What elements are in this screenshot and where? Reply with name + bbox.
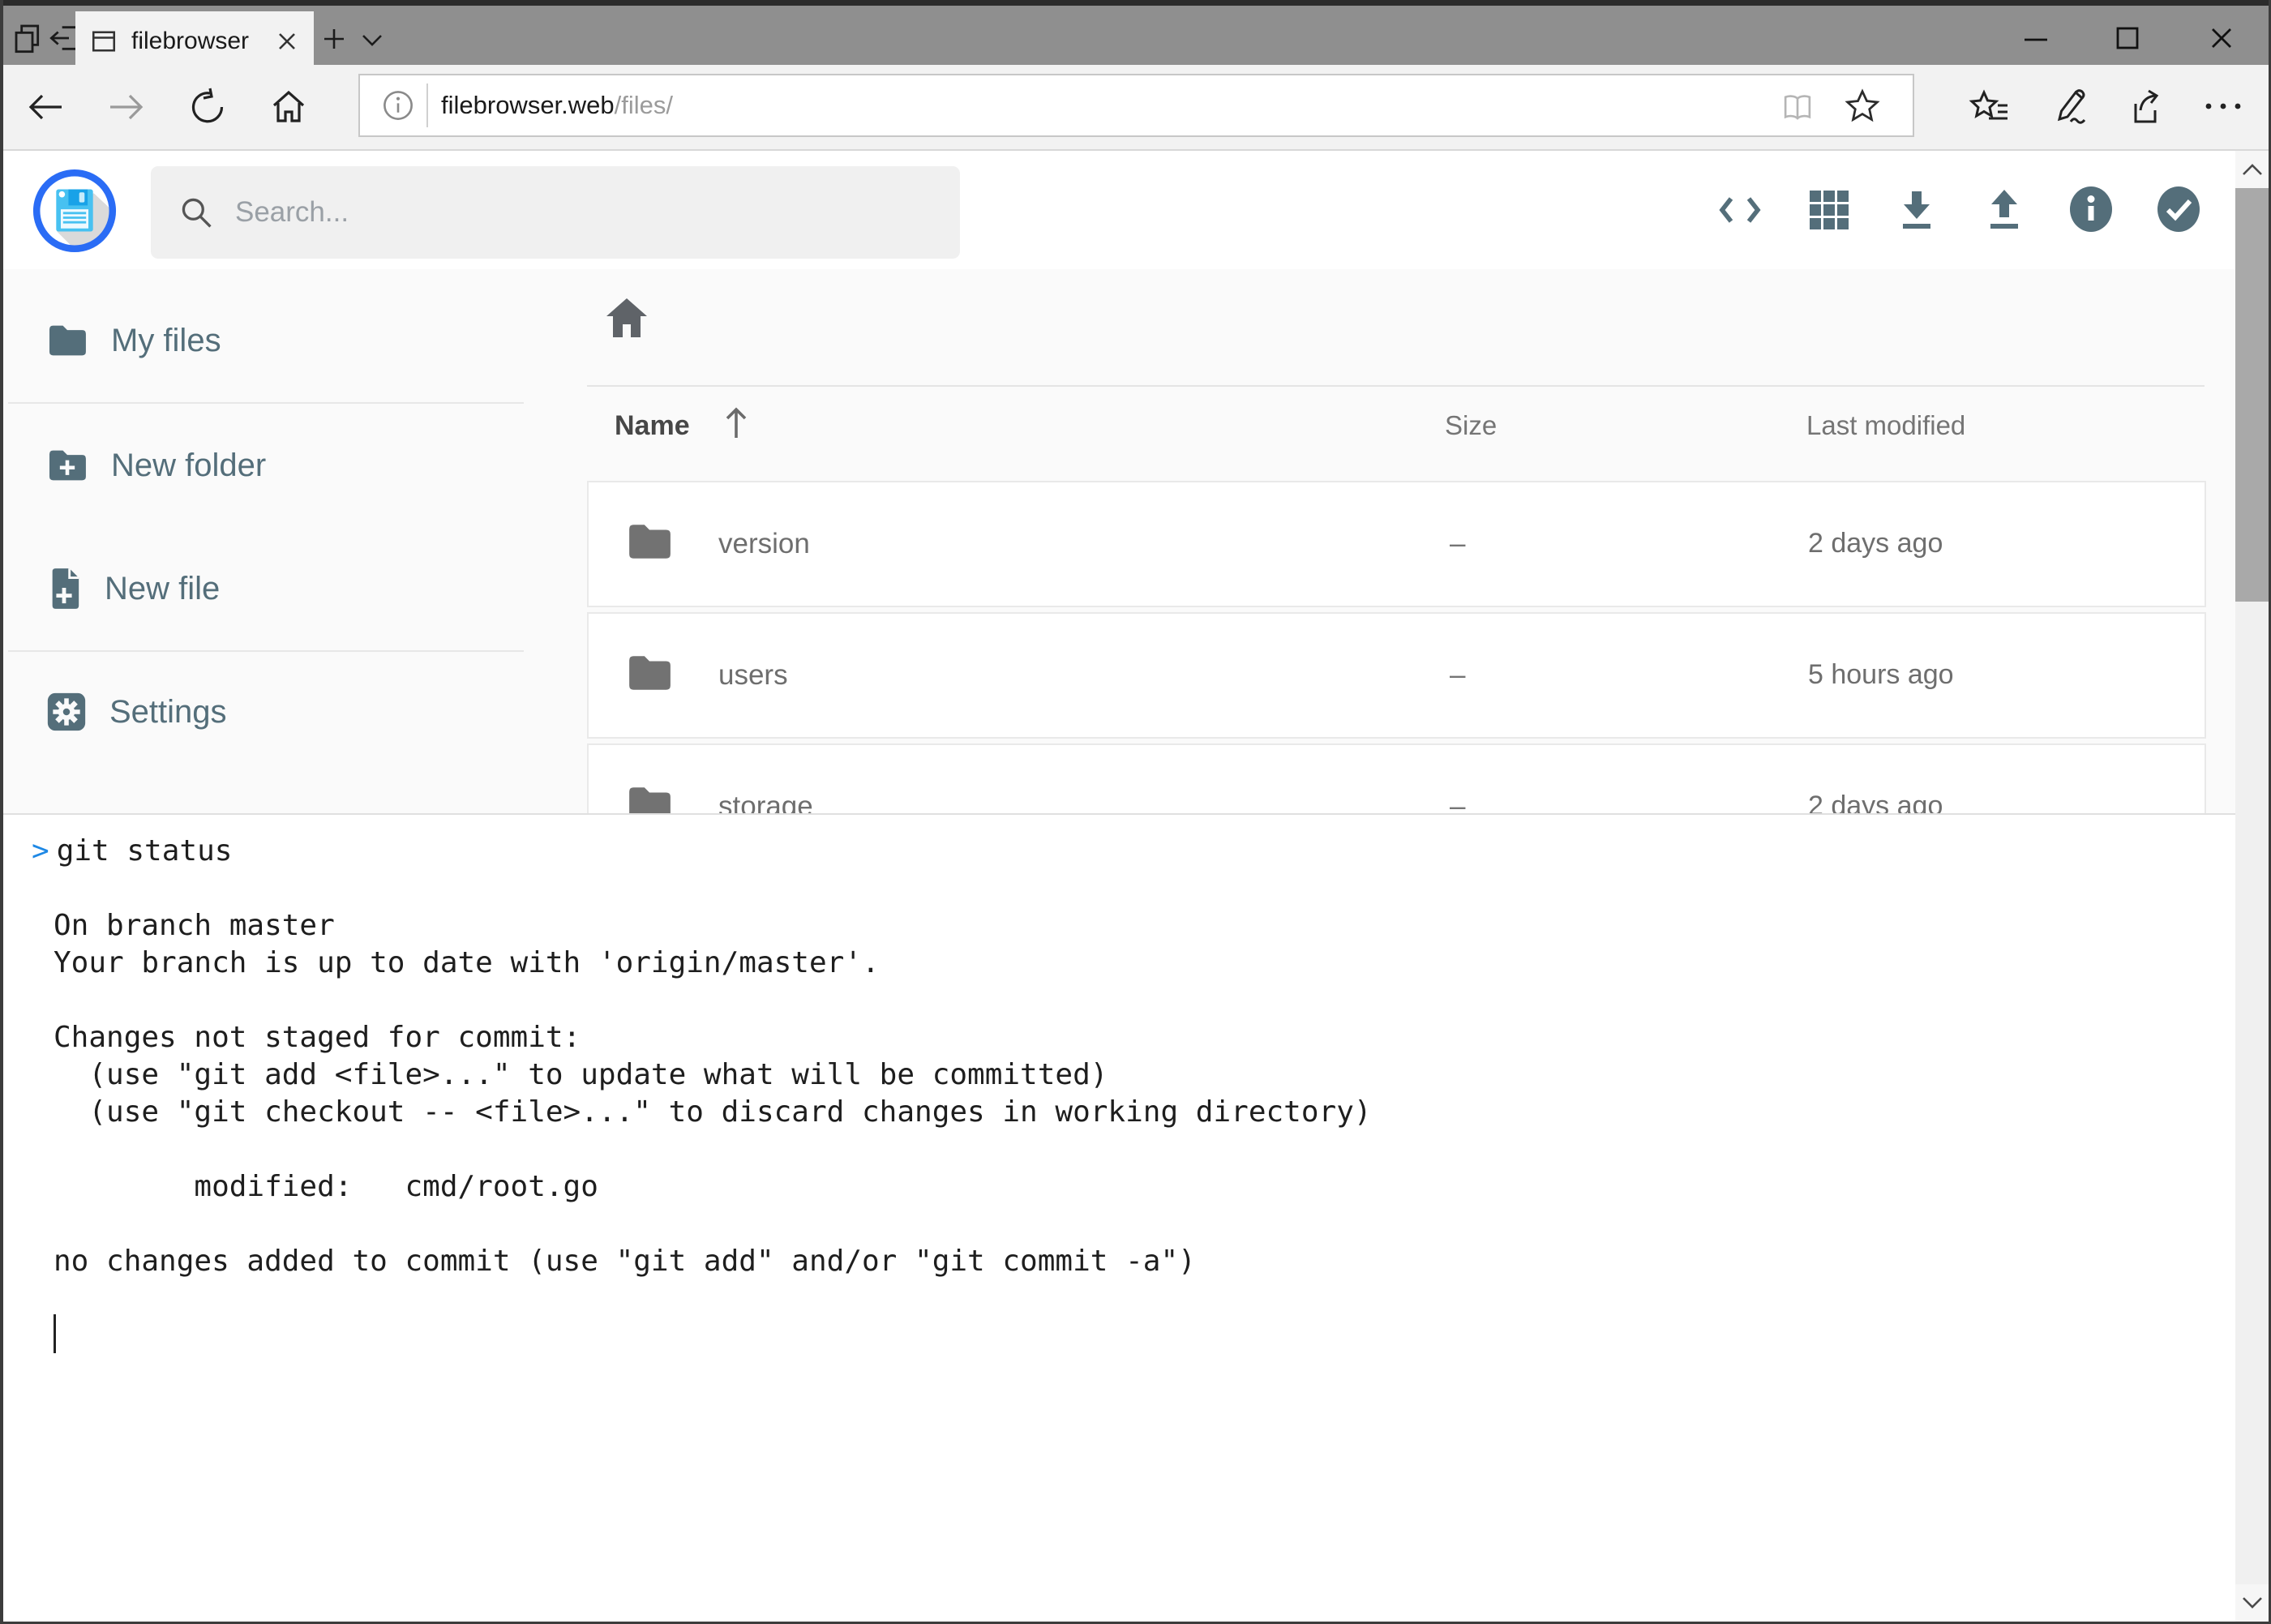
app-header: [3, 151, 2269, 269]
tab-preview-icon[interactable]: [12, 22, 45, 54]
sidebar-item-new-file[interactable]: New file: [3, 544, 530, 633]
breadcrumb-home-icon[interactable]: [605, 297, 649, 339]
web-note-pen-icon[interactable]: [2051, 88, 2092, 126]
file-modified: 2 days ago: [1808, 528, 1943, 559]
folder-icon: [46, 323, 88, 358]
maximize-button[interactable]: [2115, 25, 2140, 51]
sidebar-divider: [8, 402, 524, 404]
favorite-star-icon[interactable]: [1845, 88, 1880, 124]
raw-code-view-icon[interactable]: [1717, 188, 1763, 232]
tab-close-icon[interactable]: [275, 29, 299, 54]
scroll-up-icon[interactable]: [2235, 151, 2269, 188]
forward-icon[interactable]: [107, 88, 146, 126]
sidebar-item-label: My files: [111, 323, 221, 359]
column-header-modified[interactable]: Last modified: [1806, 410, 1965, 441]
folder-icon: [626, 653, 673, 693]
sidebar-item-new-folder[interactable]: New folder: [3, 421, 530, 510]
settings-more-icon[interactable]: [2202, 101, 2244, 112]
prompt-chevron-icon: >: [32, 834, 49, 868]
breadcrumb-divider: [587, 385, 2205, 387]
terminal-cursor: [54, 1314, 56, 1353]
tab-list-chevron-icon[interactable]: [360, 33, 384, 48]
sidebar-item-settings[interactable]: Settings: [3, 667, 530, 756]
favorites-hub-icon[interactable]: [1969, 88, 2009, 126]
refresh-icon[interactable]: [188, 88, 227, 126]
new-file-icon: [46, 568, 82, 610]
terminal-panel[interactable]: >git status On branch master Your branch…: [0, 813, 2235, 1624]
search-box[interactable]: [151, 166, 960, 259]
url-host: filebrowser.web: [441, 91, 615, 119]
file-list-header: Name Size Last modified: [587, 399, 2205, 457]
navigation-bar: filebrowser.web/files/: [3, 65, 2269, 151]
address-separator: [426, 84, 428, 127]
scrollbar-thumb[interactable]: [2235, 188, 2269, 602]
terminal-output: On branch master Your branch is up to da…: [54, 907, 2235, 1280]
file-size: –: [1450, 528, 1465, 560]
minimize-button[interactable]: [2022, 32, 2050, 48]
page-scrollbar[interactable]: [2235, 151, 2269, 1622]
file-modified: 5 hours ago: [1808, 659, 1954, 691]
scroll-down-icon[interactable]: [2235, 1584, 2269, 1622]
address-bar[interactable]: filebrowser.web/files/: [358, 74, 1914, 137]
back-icon[interactable]: [26, 88, 65, 126]
terminal-command: git status: [57, 834, 233, 868]
close-window-button[interactable]: [2209, 25, 2235, 51]
search-icon: [178, 195, 214, 230]
home-icon[interactable]: [269, 88, 308, 126]
tab-bar: filebrowser: [0, 0, 2271, 65]
sidebar-item-my-files[interactable]: My files: [3, 296, 530, 385]
tab-filebrowser[interactable]: filebrowser: [75, 11, 314, 71]
sidebar-divider: [8, 650, 524, 652]
folder-icon: [626, 521, 673, 562]
filebrowser-logo: [32, 169, 117, 253]
file-size: –: [1450, 659, 1465, 692]
upload-icon[interactable]: [1982, 188, 2027, 232]
sidebar-item-label: Settings: [109, 694, 227, 731]
file-row-users[interactable]: users – 5 hours ago: [587, 612, 2206, 739]
download-icon[interactable]: [1894, 188, 1939, 232]
column-header-size[interactable]: Size: [1445, 410, 1497, 441]
sidebar-item-label: New folder: [111, 448, 266, 484]
column-header-name[interactable]: Name: [615, 410, 690, 442]
sort-ascending-icon[interactable]: [720, 405, 752, 441]
grid-view-icon[interactable]: [1806, 188, 1852, 232]
share-icon[interactable]: [2124, 88, 2165, 126]
url-path: /files/: [615, 91, 673, 119]
site-info-icon[interactable]: [381, 88, 415, 122]
file-name: version: [718, 528, 810, 560]
tab-favicon-icon: [89, 27, 118, 56]
settings-gear-icon: [46, 692, 87, 732]
window-border-left: [0, 0, 3, 1624]
reading-view-icon[interactable]: [1780, 90, 1815, 124]
search-input[interactable]: [234, 195, 902, 229]
url-text[interactable]: filebrowser.web/files/: [441, 91, 673, 120]
info-icon[interactable]: [2067, 185, 2115, 234]
select-check-icon[interactable]: [2155, 185, 2202, 234]
new-folder-icon: [46, 448, 88, 483]
file-row-version[interactable]: version – 2 days ago: [587, 481, 2206, 607]
file-name: users: [718, 659, 788, 692]
new-tab-icon[interactable]: [322, 27, 346, 51]
terminal-command-line: >git status: [32, 833, 2235, 870]
browser-window: filebrowser: [0, 0, 2271, 1624]
tab-title: filebrowser: [131, 28, 249, 55]
sidebar-item-label: New file: [105, 571, 220, 607]
